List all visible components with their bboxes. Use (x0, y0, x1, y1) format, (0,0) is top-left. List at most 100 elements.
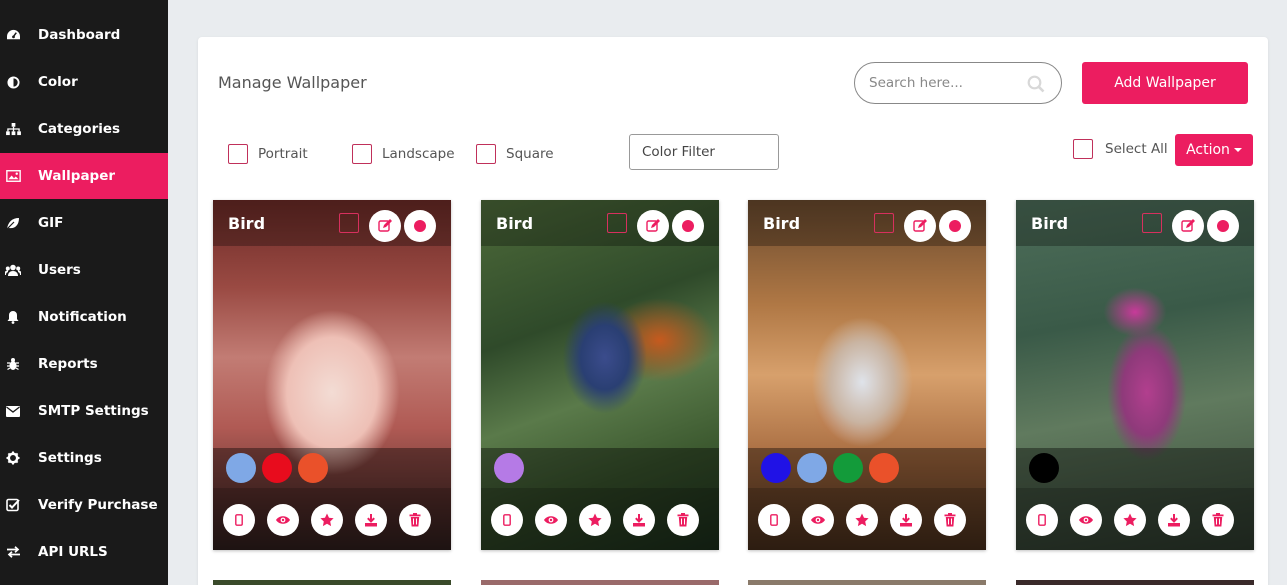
download-button[interactable] (355, 504, 387, 536)
card-select-checkbox[interactable] (607, 213, 627, 233)
eye-icon (811, 516, 825, 524)
card-select-checkbox[interactable] (339, 213, 359, 233)
status-dot-icon (682, 220, 694, 232)
mobile-button[interactable] (223, 504, 255, 536)
wallpaper-card[interactable]: Bird (481, 200, 719, 550)
color-swatch[interactable] (494, 453, 524, 483)
view-button[interactable] (1070, 504, 1102, 536)
sidebar-item-label: GIF (38, 215, 64, 231)
color-swatch[interactable] (298, 453, 328, 483)
status-toggle-button[interactable] (1207, 210, 1239, 242)
mobile-button[interactable] (1026, 504, 1058, 536)
sidebar-item-color[interactable]: Color (0, 59, 168, 105)
view-button[interactable] (535, 504, 567, 536)
delete-button[interactable] (934, 504, 966, 536)
color-swatch[interactable] (226, 453, 256, 483)
wallpaper-card[interactable]: Bird (1016, 200, 1254, 550)
color-swatch[interactable] (1029, 453, 1059, 483)
color-swatch[interactable] (761, 453, 791, 483)
sidebar-item-reports[interactable]: Reports (0, 341, 168, 387)
action-dropdown-button[interactable]: Action (1175, 134, 1253, 166)
view-button[interactable] (802, 504, 834, 536)
envelope-icon (5, 403, 21, 419)
mobile-icon (503, 514, 511, 526)
edit-button[interactable] (369, 210, 401, 242)
status-toggle-button[interactable] (404, 210, 436, 242)
color-filter-select[interactable]: Color Filter (629, 134, 779, 170)
favorite-button[interactable] (846, 504, 878, 536)
sidebar-item-smtp-settings[interactable]: SMTP Settings (0, 388, 168, 434)
sidebar-item-label: Wallpaper (38, 168, 116, 184)
sidebar-item-label: Verify Purchase (38, 497, 158, 513)
card-select-checkbox[interactable] (874, 213, 894, 233)
card-actions (213, 488, 451, 550)
sidebar-item-label: API URLS (38, 544, 108, 560)
eye-icon (544, 516, 558, 524)
status-toggle-button[interactable] (672, 210, 704, 242)
mobile-button[interactable] (758, 504, 790, 536)
search-icon[interactable] (1027, 75, 1045, 97)
wallpaper-card-partial[interactable] (481, 580, 719, 585)
action-label: Action (1186, 142, 1230, 158)
color-swatch[interactable] (869, 453, 899, 483)
sidebar-item-label: Dashboard (38, 27, 121, 43)
select-all-checkbox[interactable] (1073, 139, 1093, 159)
sitemap-icon (5, 121, 21, 137)
status-toggle-button[interactable] (939, 210, 971, 242)
sidebar-item-wallpaper[interactable]: Wallpaper (0, 153, 168, 199)
sidebar-item-settings[interactable]: Settings (0, 435, 168, 481)
gear-icon (5, 450, 21, 466)
sidebar-item-label: Categories (38, 121, 121, 137)
wallpaper-card-partial[interactable] (213, 580, 451, 585)
search-input[interactable] (869, 73, 1029, 93)
sidebar-item-dashboard[interactable]: Dashboard (0, 12, 168, 58)
landscape-checkbox[interactable] (352, 144, 372, 164)
delete-button[interactable] (399, 504, 431, 536)
wallpaper-card-partial[interactable] (1016, 580, 1254, 585)
color-swatches (213, 448, 451, 488)
download-button[interactable] (1158, 504, 1190, 536)
color-swatch[interactable] (262, 453, 292, 483)
portrait-label: Portrait (258, 146, 308, 162)
card-select-checkbox[interactable] (1142, 213, 1162, 233)
square-checkbox[interactable] (476, 144, 496, 164)
bug-icon (5, 356, 21, 372)
delete-button[interactable] (1202, 504, 1234, 536)
wallpaper-card[interactable]: Bird (213, 200, 451, 550)
favorite-button[interactable] (579, 504, 611, 536)
portrait-checkbox[interactable] (228, 144, 248, 164)
sidebar-item-verify-purchase[interactable]: Verify Purchase (0, 482, 168, 528)
card-actions (481, 488, 719, 550)
sidebar-item-notification[interactable]: Notification (0, 294, 168, 340)
sidebar-item-label: Users (38, 262, 81, 278)
search-box[interactable] (854, 62, 1062, 104)
wallpaper-card-partial[interactable] (748, 580, 986, 585)
wallpaper-card[interactable]: Bird (748, 200, 986, 550)
eye-icon (276, 516, 290, 524)
color-swatch[interactable] (797, 453, 827, 483)
sidebar-item-api-urls[interactable]: API URLS (0, 529, 168, 575)
delete-button[interactable] (667, 504, 699, 536)
sidebar-item-gif[interactable]: GIF (0, 200, 168, 246)
color-swatch[interactable] (833, 453, 863, 483)
sidebar-item-users[interactable]: Users (0, 247, 168, 293)
favorite-button[interactable] (1114, 504, 1146, 536)
edit-button[interactable] (1172, 210, 1204, 242)
trash-icon (1212, 513, 1224, 527)
download-button[interactable] (623, 504, 655, 536)
mobile-button[interactable] (491, 504, 523, 536)
edit-icon (1181, 219, 1195, 232)
color-swatches (1016, 448, 1254, 488)
users-icon (5, 262, 21, 278)
edit-icon (378, 219, 392, 232)
download-button[interactable] (890, 504, 922, 536)
edit-button[interactable] (637, 210, 669, 242)
add-wallpaper-button[interactable]: Add Wallpaper (1082, 62, 1248, 104)
view-button[interactable] (267, 504, 299, 536)
sidebar-item-categories[interactable]: Categories (0, 106, 168, 152)
edit-icon (646, 219, 660, 232)
favorite-button[interactable] (311, 504, 343, 536)
edit-button[interactable] (904, 210, 936, 242)
edit-icon (913, 219, 927, 232)
select-all-label: Select All (1105, 141, 1168, 157)
